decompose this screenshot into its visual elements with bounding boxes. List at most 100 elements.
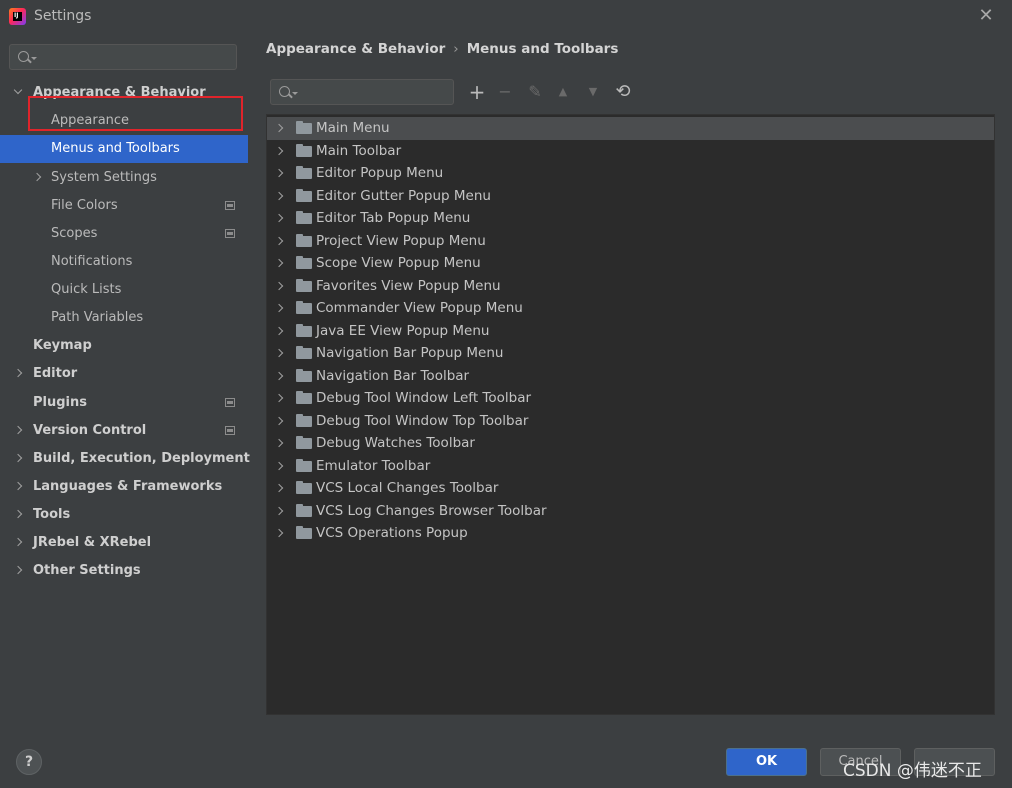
close-icon[interactable]: ✕ <box>974 4 998 28</box>
menu-tree-row[interactable]: Scope View Popup Menu <box>267 252 994 275</box>
chevron-right-icon[interactable] <box>32 172 42 182</box>
menu-tree-row-label: Editor Popup Menu <box>316 165 444 181</box>
sidebar-item-label: JRebel & XRebel <box>33 535 152 550</box>
chevron-right-icon[interactable] <box>274 168 284 178</box>
folder-icon <box>296 121 312 134</box>
chevron-right-icon[interactable] <box>13 368 23 378</box>
sidebar-item-label: Keymap <box>33 338 92 353</box>
chevron-right-icon[interactable] <box>274 258 284 268</box>
chevron-right-icon[interactable] <box>274 348 284 358</box>
folder-icon <box>296 458 312 472</box>
chevron-right-icon[interactable] <box>13 537 23 547</box>
folder-icon <box>296 256 312 269</box>
search-options-caret-icon[interactable] <box>292 92 298 95</box>
menu-tree-row[interactable]: VCS Local Changes Toolbar <box>267 477 994 500</box>
menu-tree-row[interactable]: VCS Operations Popup <box>267 522 994 545</box>
chevron-right-icon[interactable] <box>274 281 284 290</box>
breadcrumb-parent[interactable]: Appearance & Behavior <box>266 41 445 57</box>
settings-search-input[interactable] <box>9 44 237 70</box>
folder-icon <box>296 503 312 517</box>
sidebar-item[interactable]: Appearance & Behavior <box>0 79 248 107</box>
sidebar-item[interactable]: Scopes <box>0 220 248 248</box>
chevron-right-icon[interactable] <box>274 461 284 470</box>
breadcrumb-current: Menus and Toolbars <box>466 41 619 57</box>
search-icon <box>279 86 290 97</box>
menu-tree-row[interactable]: Favorites View Popup Menu <box>267 275 994 298</box>
menu-tree-row-label: Scope View Popup Menu <box>316 255 481 271</box>
chevron-right-icon[interactable] <box>13 565 23 575</box>
chevron-right-icon[interactable] <box>274 506 284 515</box>
move-up-button[interactable]: ▲ <box>552 80 574 104</box>
menu-tree-row-label: Commander View Popup Menu <box>316 300 523 316</box>
help-button[interactable]: ? <box>16 749 42 775</box>
menu-tree-row[interactable]: Debug Tool Window Left Toolbar <box>267 387 994 410</box>
sidebar-item[interactable]: Path Variables <box>0 304 248 332</box>
sidebar-item[interactable]: File Colors <box>0 192 248 220</box>
sidebar-item[interactable]: Other Settings <box>0 557 248 585</box>
menu-tree-row[interactable]: Commander View Popup Menu <box>267 297 994 320</box>
menu-tree-row-label: Editor Gutter Popup Menu <box>316 187 491 204</box>
sidebar-item[interactable]: Languages & Frameworks <box>0 473 248 501</box>
sidebar-item[interactable]: Editor <box>0 360 248 388</box>
chevron-right-icon[interactable] <box>274 416 284 425</box>
menu-tree-row[interactable]: Navigation Bar Popup Menu <box>267 342 994 365</box>
chevron-right-icon[interactable] <box>274 303 284 313</box>
sidebar-item[interactable]: Quick Lists <box>0 276 248 304</box>
chevron-right-icon[interactable] <box>274 326 284 335</box>
chevron-right-icon[interactable] <box>13 453 23 463</box>
breadcrumb: Appearance & Behavior › Menus and Toolbars <box>266 41 618 57</box>
chevron-right-icon[interactable] <box>13 425 23 435</box>
chevron-right-icon[interactable] <box>13 509 23 519</box>
chevron-right-icon[interactable] <box>274 146 284 155</box>
chevron-right-icon[interactable] <box>274 393 284 403</box>
chevron-right-icon[interactable] <box>274 123 284 133</box>
menu-tree-row-label: Navigation Bar Toolbar <box>316 367 470 384</box>
menu-tree-row-label: Project View Popup Menu <box>316 232 486 249</box>
sidebar-item[interactable]: Plugins <box>0 389 248 417</box>
menu-tree-row-label: Favorites View Popup Menu <box>316 277 501 294</box>
menu-tree-row[interactable]: Editor Tab Popup Menu <box>267 207 994 230</box>
chevron-right-icon[interactable] <box>274 371 284 380</box>
menu-tree-row[interactable]: Main Toolbar <box>267 140 994 163</box>
folder-icon <box>296 301 312 314</box>
remove-action-button[interactable]: − <box>494 80 516 104</box>
sidebar-item[interactable]: System Settings <box>0 164 248 192</box>
chevron-right-icon[interactable] <box>274 213 284 223</box>
chevron-down-icon[interactable] <box>13 85 23 95</box>
chevron-right-icon[interactable] <box>274 528 284 538</box>
menu-tree-row[interactable]: Main Menu <box>267 117 994 140</box>
ok-button[interactable]: OK <box>726 748 807 776</box>
chevron-right-icon[interactable] <box>13 481 23 491</box>
menu-tree-row-label: Debug Tool Window Left Toolbar <box>316 390 532 406</box>
restore-defaults-button[interactable]: ⟲ <box>612 80 634 104</box>
menu-tree-row[interactable]: Project View Popup Menu <box>267 230 994 253</box>
menu-tree-row[interactable]: Debug Tool Window Top Toolbar <box>267 410 994 433</box>
sidebar-item[interactable]: JRebel & XRebel <box>0 529 248 557</box>
menu-tree-row[interactable]: Editor Gutter Popup Menu <box>267 185 994 208</box>
sidebar-item[interactable]: Version Control <box>0 417 248 445</box>
menus-search-input[interactable] <box>270 79 454 105</box>
menu-tree-row[interactable]: Debug Watches Toolbar <box>267 432 994 455</box>
edit-icon-button[interactable]: ✎ <box>524 80 546 104</box>
search-options-caret-icon[interactable] <box>31 57 37 60</box>
sidebar-item[interactable]: Build, Execution, Deployment <box>0 445 250 473</box>
menu-tree-row[interactable]: VCS Log Changes Browser Toolbar <box>267 500 994 523</box>
menu-tree-row-label: VCS Operations Popup <box>316 525 468 541</box>
chevron-right-icon[interactable] <box>274 438 284 448</box>
menu-tree-row[interactable]: Editor Popup Menu <box>267 162 994 185</box>
sidebar-item-label: Scopes <box>51 226 98 241</box>
sidebar-item[interactable]: Keymap <box>0 332 248 360</box>
chevron-right-icon[interactable] <box>274 191 284 200</box>
move-down-button[interactable]: ▼ <box>582 80 604 104</box>
menu-tree-row[interactable]: Emulator Toolbar <box>267 455 994 478</box>
sidebar-item[interactable]: Appearance <box>0 107 248 135</box>
menu-tree-row[interactable]: Navigation Bar Toolbar <box>267 365 994 388</box>
chevron-right-icon[interactable] <box>274 483 284 493</box>
menu-tree-row[interactable]: Java EE View Popup Menu <box>267 320 994 343</box>
sidebar-item[interactable]: Notifications <box>0 248 248 276</box>
add-action-button[interactable]: + <box>466 80 488 104</box>
project-level-icon <box>225 398 235 407</box>
sidebar-item[interactable]: Tools <box>0 501 248 529</box>
chevron-right-icon[interactable] <box>274 236 284 245</box>
sidebar-item[interactable]: Menus and Toolbars <box>0 135 248 163</box>
